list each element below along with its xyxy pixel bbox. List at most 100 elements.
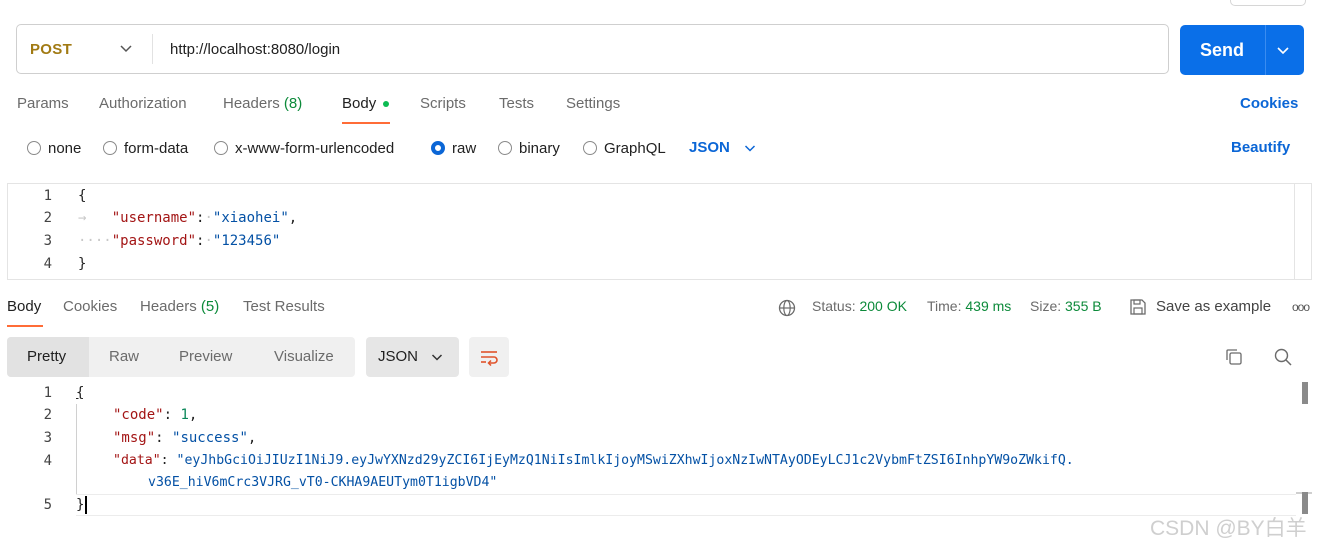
line-number: 1 <box>43 188 52 204</box>
body-active-dot <box>383 101 389 107</box>
method-select[interactable]: POST <box>30 41 72 58</box>
radio-binary-label[interactable]: binary <box>519 140 560 157</box>
response-scrollbar-thumb-bottom[interactable] <box>1302 492 1308 514</box>
view-preview[interactable]: Preview <box>179 348 232 365</box>
response-format-label[interactable]: JSON <box>378 348 418 365</box>
response-tab-body[interactable]: Body <box>7 298 41 315</box>
line-number: 2 <box>43 407 52 423</box>
radio-form-data[interactable] <box>103 141 117 155</box>
wrap-lines-icon <box>481 351 498 366</box>
line-number: 1 <box>43 385 52 401</box>
response-tab-headers-count: (5) <box>200 298 220 315</box>
json-key: "msg" <box>113 430 156 446</box>
radio-binary[interactable] <box>498 141 512 155</box>
size-value: 355 B <box>1065 298 1102 314</box>
time-readout: Time: 439 ms <box>927 298 1011 314</box>
code-close-brace: } <box>76 497 85 513</box>
radio-graphql-label[interactable]: GraphQL <box>604 140 666 157</box>
code-line-msg: "msg": "success", <box>113 430 257 446</box>
wrap-lines-button[interactable] <box>469 337 509 377</box>
response-active-tab-indicator <box>7 325 43 327</box>
json-value: "xiaohei" <box>212 210 289 226</box>
view-pretty[interactable]: Pretty <box>27 348 66 365</box>
search-icon[interactable] <box>1273 347 1293 367</box>
tab-tests[interactable]: Tests <box>499 95 534 112</box>
view-visualize[interactable]: Visualize <box>274 348 334 365</box>
json-value: "eyJhbGciOiJIUzI1NiJ9.eyJwYXNzd29yZCI6Ij… <box>176 453 1074 468</box>
tab-authorization[interactable]: Authorization <box>99 95 187 112</box>
size-readout: Size: 355 B <box>1030 298 1102 314</box>
radio-urlencoded-label[interactable]: x-www-form-urlencoded <box>235 140 394 157</box>
radio-urlencoded[interactable] <box>214 141 228 155</box>
watermark: CSDN @BY白羊 <box>1150 517 1307 540</box>
code-line-password: ····"password":·"123456" <box>78 233 281 249</box>
json-value: 1 <box>180 407 189 423</box>
chevron-down-icon[interactable] <box>430 350 444 364</box>
code-close-brace: } <box>78 256 87 272</box>
response-scrollbar-thumb[interactable] <box>1302 382 1308 404</box>
json-key: "username" <box>111 210 197 226</box>
json-key: "code" <box>113 407 164 423</box>
chevron-down-icon[interactable] <box>1275 42 1291 58</box>
globe-icon[interactable] <box>778 299 796 317</box>
radio-none[interactable] <box>27 141 41 155</box>
line-number: 5 <box>43 497 52 513</box>
line-number: 3 <box>43 233 52 249</box>
json-value: "success" <box>172 430 248 446</box>
time-value: 439 ms <box>965 298 1012 314</box>
send-button-label[interactable]: Send <box>1200 40 1244 61</box>
request-body-editor[interactable] <box>7 183 1312 280</box>
json-key: "password" <box>111 233 197 249</box>
line-number: 2 <box>43 210 52 226</box>
code-line-code: "code": 1, <box>113 407 198 423</box>
radio-raw-label[interactable]: raw <box>452 140 476 157</box>
chevron-down-icon[interactable] <box>118 40 134 56</box>
tab-params[interactable]: Params <box>17 95 69 112</box>
line-number: 4 <box>43 453 52 469</box>
response-tab-headers[interactable]: Headers (5) <box>140 298 219 315</box>
tab-headers[interactable]: Headers (8) <box>223 95 302 112</box>
tab-scripts[interactable]: Scripts <box>420 95 466 112</box>
response-tab-cookies[interactable]: Cookies <box>63 298 117 315</box>
text-cursor <box>85 496 87 514</box>
radio-none-label[interactable]: none <box>48 140 81 157</box>
url-divider <box>152 34 153 64</box>
radio-form-data-label[interactable]: form-data <box>124 140 188 157</box>
tab-settings[interactable]: Settings <box>566 95 620 112</box>
view-raw[interactable]: Raw <box>109 348 139 365</box>
response-tab-test-results[interactable]: Test Results <box>243 298 325 315</box>
cookies-link[interactable]: Cookies <box>1240 95 1298 112</box>
body-format-select[interactable]: JSON <box>689 139 730 156</box>
send-divider <box>1265 25 1266 75</box>
save-icon[interactable] <box>1129 298 1147 316</box>
response-tab-headers-label: Headers <box>140 298 197 315</box>
tab-body[interactable]: Body <box>342 95 376 112</box>
tab-headers-label: Headers <box>223 95 280 112</box>
json-value: "123456" <box>212 233 281 249</box>
current-line-highlight <box>76 494 1296 516</box>
code-line-data: "data": "eyJhbGciOiJIUzI1NiJ9.eyJwYXNzd2… <box>113 453 1074 468</box>
top-partial-button[interactable] <box>1230 0 1306 6</box>
status-readout: Status: 200 OK <box>812 298 907 314</box>
code-line-data-wrap: v36E_hiV6mCrc3VJRG_vT0-CKHA9AEUTym0T1igb… <box>148 475 498 490</box>
status-value: 200 OK <box>859 298 907 314</box>
copy-icon[interactable] <box>1224 347 1244 367</box>
chevron-down-icon[interactable] <box>743 141 757 155</box>
line-number: 4 <box>43 256 52 272</box>
more-icon[interactable]: ooo <box>1292 300 1310 314</box>
size-label: Size: <box>1030 298 1062 314</box>
json-key: "data" <box>113 453 161 468</box>
editor-scrollbar[interactable] <box>1294 184 1295 279</box>
code-open-brace: { <box>78 188 87 204</box>
url-input[interactable]: http://localhost:8080/login <box>170 41 340 58</box>
radio-raw[interactable] <box>431 141 445 155</box>
radio-graphql[interactable] <box>583 141 597 155</box>
active-tab-indicator <box>342 122 390 124</box>
code-open-brace: { <box>76 385 85 401</box>
status-label: Status: <box>812 298 856 314</box>
code-line-username: → "username":·"xiaohei", <box>78 210 298 226</box>
line-number: 3 <box>43 430 52 446</box>
beautify-link[interactable]: Beautify <box>1231 139 1290 156</box>
save-as-example-button[interactable]: Save as example <box>1156 298 1271 315</box>
tab-headers-count: (8) <box>283 95 303 112</box>
